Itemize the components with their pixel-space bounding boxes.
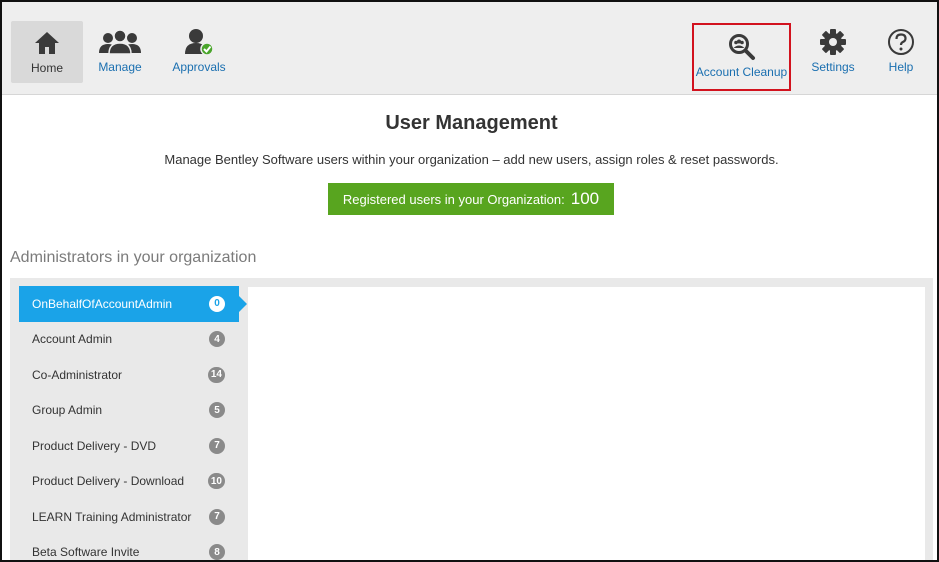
administrators-heading: Administrators in your organization [10, 249, 257, 266]
home-icon [34, 29, 60, 57]
administrators-panel: OnBehalfOfAccountAdmin 0 Account Admin 4… [10, 278, 933, 560]
registered-users-badge: Registered users in your Organization: 1… [328, 183, 614, 215]
help-label: Help [888, 60, 914, 74]
admin-role-name: Group Admin [32, 403, 103, 418]
admin-role-item[interactable]: Beta Software Invite 8 [19, 535, 239, 560]
admin-role-count-badge: 14 [207, 366, 225, 383]
admin-role-count-badge: 5 [209, 402, 225, 419]
manage-label: Manage [98, 60, 142, 74]
registered-users-count: 100 [570, 189, 600, 208]
admin-role-name: Account Admin [32, 332, 113, 347]
page-subtitle: Manage Bentley Software users within you… [164, 152, 779, 167]
page-title: User Management [385, 112, 558, 134]
top-toolbar: Home Manage Approvals Account Cleanup Se… [2, 2, 937, 95]
approvals-label: Approvals [172, 60, 226, 74]
admin-role-item[interactable]: Account Admin 4 [19, 322, 239, 358]
admin-detail-pane [248, 287, 925, 560]
help-icon [887, 28, 915, 56]
admin-role-item[interactable]: Product Delivery - DVD 7 [19, 428, 239, 464]
admin-role-item[interactable]: OnBehalfOfAccountAdmin 0 [19, 286, 247, 322]
settings-label: Settings [811, 60, 855, 74]
admin-role-list: OnBehalfOfAccountAdmin 0 Account Admin 4… [19, 286, 247, 560]
settings-button[interactable]: Settings [804, 20, 862, 84]
admin-role-item[interactable]: LEARN Training Administrator 7 [19, 499, 239, 535]
help-button[interactable]: Help [876, 20, 926, 84]
gear-icon [819, 28, 847, 56]
approvals-button[interactable]: Approvals [166, 20, 232, 84]
admin-role-count-badge: 7 [209, 508, 225, 525]
admin-role-name: LEARN Training Administrator [32, 509, 192, 524]
user-check-icon [183, 28, 215, 56]
admin-role-count-badge: 8 [209, 544, 225, 560]
admin-role-count-badge: 4 [209, 331, 225, 348]
home-label: Home [30, 61, 63, 75]
admin-role-count-badge: 10 [207, 473, 225, 490]
account-cleanup-button[interactable]: Account Cleanup [692, 23, 791, 91]
home-button[interactable]: Home [11, 21, 83, 83]
admin-role-name: OnBehalfOfAccountAdmin [32, 296, 173, 311]
admin-role-item[interactable]: Group Admin 5 [19, 393, 239, 429]
admin-role-item[interactable]: Product Delivery - Download 10 [19, 464, 239, 500]
app-window: Home Manage Approvals Account Cleanup Se… [0, 0, 939, 562]
admin-role-count-badge: 7 [209, 437, 225, 454]
admin-role-name: Product Delivery - DVD [32, 438, 157, 453]
admin-role-name: Beta Software Invite [32, 545, 140, 560]
admin-role-name: Product Delivery - Download [32, 474, 185, 489]
registered-users-label: Registered users in your Organization: [342, 191, 565, 207]
search-users-icon [728, 33, 756, 61]
manage-button[interactable]: Manage [92, 20, 148, 84]
admin-role-count-badge: 0 [209, 295, 225, 312]
users-icon [99, 28, 141, 56]
admin-role-item[interactable]: Co-Administrator 14 [19, 357, 239, 393]
admin-role-name: Co-Administrator [32, 367, 123, 382]
account-cleanup-label: Account Cleanup [695, 65, 788, 79]
